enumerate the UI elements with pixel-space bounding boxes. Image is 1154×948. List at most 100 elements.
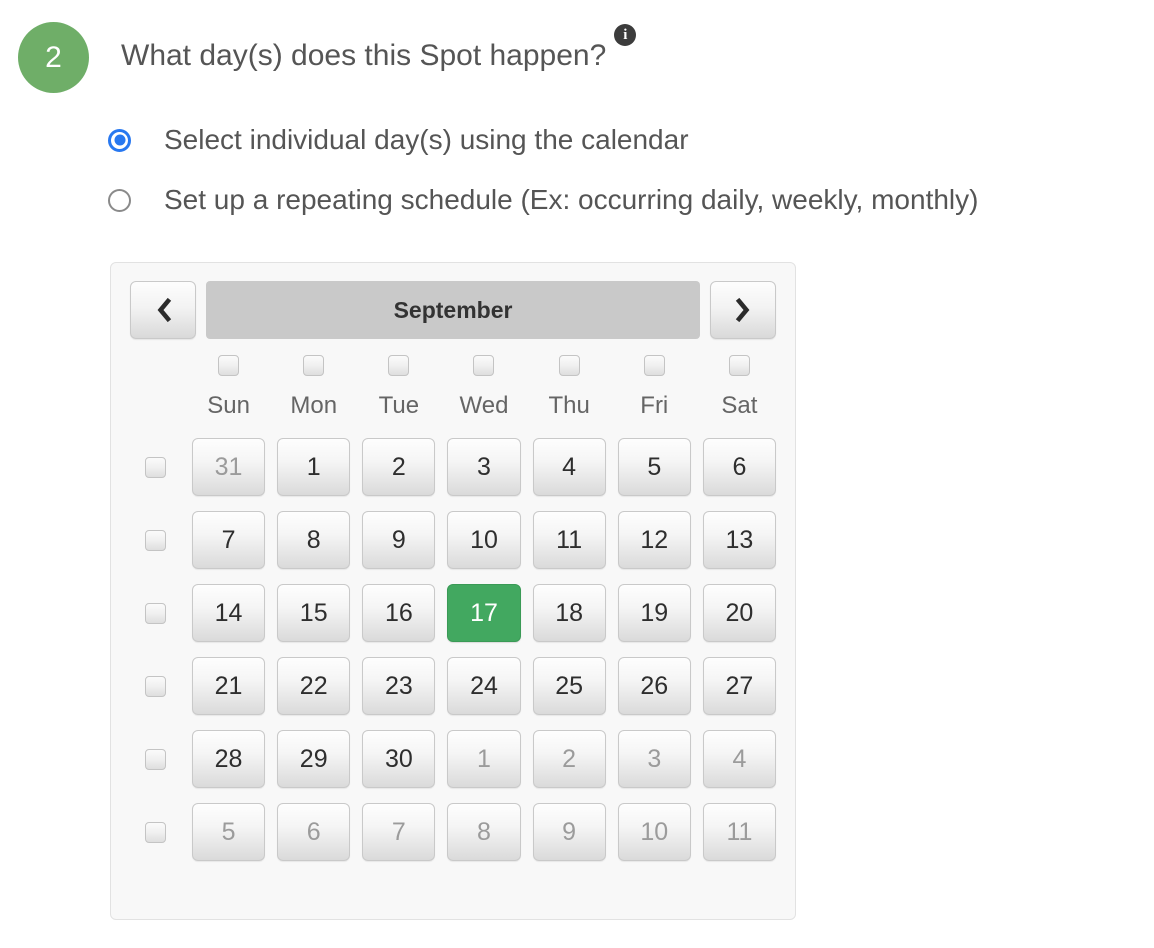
column-checkbox-cell-fri xyxy=(618,355,691,376)
calendar-day-cell[interactable]: 25 xyxy=(532,657,606,715)
option-label-repeating-schedule: Set up a repeating schedule (Ex: occurri… xyxy=(164,184,979,215)
row-checkbox-week-5[interactable] xyxy=(144,748,166,770)
column-checkbox-wed[interactable] xyxy=(473,355,495,376)
option-individual-days[interactable]: Select individual day(s) using the calen… xyxy=(108,115,978,165)
calendar-day-cell[interactable]: 3 xyxy=(447,438,521,496)
calendar-day-cell[interactable]: 17 xyxy=(447,584,521,642)
prev-month-button[interactable] xyxy=(130,281,196,339)
page-title: What day(s) does this Spot happen? i xyxy=(121,24,637,74)
calendar-day-cell[interactable]: 16 xyxy=(362,584,436,642)
option-repeating-schedule[interactable]: Set up a repeating schedule (Ex: occurri… xyxy=(108,175,978,225)
calendar-day-cell[interactable]: 11 xyxy=(702,803,776,861)
calendar-day-cell[interactable]: 8 xyxy=(447,803,521,861)
weekday-label-sun: Sun xyxy=(207,392,250,419)
next-month-button[interactable] xyxy=(710,281,776,339)
row-checkbox-cell xyxy=(130,748,180,770)
row-checkbox-cell xyxy=(130,529,180,551)
column-checkbox-cell-sun xyxy=(192,355,265,376)
weekday-label-mon: Mon xyxy=(290,392,338,419)
weekday-label-thu: Thu xyxy=(548,392,590,419)
calendar-header: September xyxy=(111,263,795,339)
calendar-day-cell[interactable]: 22 xyxy=(277,657,351,715)
radio-individual-days[interactable] xyxy=(108,128,131,152)
calendar-week-row: 7 8 9 10 11 12 13 xyxy=(130,511,776,569)
calendar-day-cell[interactable]: 4 xyxy=(702,730,776,788)
calendar-day-cell[interactable]: 26 xyxy=(617,657,691,715)
calendar-week-row: 28 29 30 1 2 3 4 xyxy=(130,730,776,788)
calendar-day-cell[interactable]: 7 xyxy=(362,803,436,861)
row-checkbox-week-2[interactable] xyxy=(144,529,166,551)
calendar-day-cell[interactable]: 10 xyxy=(447,511,521,569)
calendar-day-cell[interactable]: 20 xyxy=(702,584,776,642)
calendar-day-cell[interactable]: 10 xyxy=(617,803,691,861)
weekday-header-row: Sun Mon Tue Wed Thu Fri Sat xyxy=(111,392,795,420)
weekday-label-sat: Sat xyxy=(721,392,758,419)
info-icon[interactable]: i xyxy=(614,24,637,46)
calendar-day-cell[interactable]: 14 xyxy=(192,584,266,642)
row-checkbox-week-1[interactable] xyxy=(144,456,166,478)
row-checkbox-cell xyxy=(130,821,180,843)
calendar-day-cell[interactable]: 13 xyxy=(702,511,776,569)
calendar-day-cell[interactable]: 9 xyxy=(362,511,436,569)
calendar-day-cell[interactable]: 31 xyxy=(192,438,266,496)
column-checkbox-sat[interactable] xyxy=(728,355,750,376)
calendar-day-grid: 31 1 2 3 4 5 6 7 8 9 10 11 12 13 14 15 16 17 18 19 20 21 22 23 2… xyxy=(111,438,795,861)
calendar-day-cell[interactable]: 6 xyxy=(277,803,351,861)
row-checkbox-week-6[interactable] xyxy=(144,821,166,843)
calendar-day-cell[interactable]: 29 xyxy=(277,730,351,788)
calendar-day-cell[interactable]: 18 xyxy=(532,584,606,642)
corner-spacer xyxy=(130,355,180,376)
calendar-day-cell[interactable]: 3 xyxy=(617,730,691,788)
chevron-left-icon xyxy=(153,297,173,323)
calendar-day-cell[interactable]: 1 xyxy=(277,438,351,496)
calendar-day-cell[interactable]: 5 xyxy=(617,438,691,496)
question-header: 2 What day(s) does this Spot happen? i xyxy=(18,22,637,93)
calendar-day-cell[interactable]: 8 xyxy=(277,511,351,569)
calendar-day-cell[interactable]: 2 xyxy=(362,438,436,496)
row-checkbox-week-3[interactable] xyxy=(144,602,166,624)
column-checkbox-sun[interactable] xyxy=(218,355,240,376)
column-checkbox-cell-mon xyxy=(277,355,350,376)
calendar-day-cell[interactable]: 1 xyxy=(447,730,521,788)
month-label[interactable]: September xyxy=(206,281,700,339)
weekday-label-wed: Wed xyxy=(459,392,509,419)
calendar-day-cell[interactable]: 15 xyxy=(277,584,351,642)
row-checkbox-cell xyxy=(130,675,180,697)
schedule-day-picker-page: 2 What day(s) does this Spot happen? i Se… xyxy=(0,0,1154,948)
calendar-day-cell[interactable]: 7 xyxy=(192,511,266,569)
radio-repeating-schedule[interactable] xyxy=(108,188,131,212)
calendar-day-cell[interactable]: 30 xyxy=(362,730,436,788)
calendar-day-cell[interactable]: 5 xyxy=(192,803,266,861)
calendar-day-cell[interactable]: 24 xyxy=(447,657,521,715)
chevron-right-icon xyxy=(733,297,753,323)
column-checkbox-tue[interactable] xyxy=(388,355,410,376)
calendar-day-cell[interactable]: 6 xyxy=(702,438,776,496)
calendar-week-row: 21 22 23 24 25 26 27 xyxy=(130,657,776,715)
calendar-day-cell[interactable]: 27 xyxy=(702,657,776,715)
column-checkbox-fri[interactable] xyxy=(643,355,665,376)
column-checkbox-cell-thu xyxy=(533,355,606,376)
column-checkbox-mon[interactable] xyxy=(303,355,325,376)
column-checkbox-cell-wed xyxy=(447,355,520,376)
calendar-day-cell[interactable]: 9 xyxy=(532,803,606,861)
calendar-day-cell[interactable]: 2 xyxy=(532,730,606,788)
column-checkbox-thu[interactable] xyxy=(558,355,580,376)
weekday-label-tue: Tue xyxy=(378,392,420,419)
row-checkbox-week-4[interactable] xyxy=(144,675,166,697)
calendar-week-row: 31 1 2 3 4 5 6 xyxy=(130,438,776,496)
row-checkbox-cell xyxy=(130,602,180,624)
calendar-day-cell[interactable]: 19 xyxy=(617,584,691,642)
column-checkbox-cell-tue xyxy=(362,355,435,376)
calendar-day-cell[interactable]: 23 xyxy=(362,657,436,715)
calendar-panel: September Sun Mon Tue Wed Thu Fri Sat 31… xyxy=(110,262,796,920)
weekday-label-fri: Fri xyxy=(640,392,669,419)
calendar-day-cell[interactable]: 21 xyxy=(192,657,266,715)
calendar-day-cell[interactable]: 12 xyxy=(617,511,691,569)
calendar-day-cell[interactable]: 4 xyxy=(532,438,606,496)
column-checkbox-cell-sat xyxy=(703,355,776,376)
schedule-mode-options: Select individual day(s) using the calen… xyxy=(108,115,978,235)
question-title-text: What day(s) does this Spot happen? xyxy=(121,39,607,72)
calendar-day-cell[interactable]: 28 xyxy=(192,730,266,788)
calendar-day-cell[interactable]: 11 xyxy=(532,511,606,569)
calendar-week-row: 5 6 7 8 9 10 11 xyxy=(130,803,776,861)
